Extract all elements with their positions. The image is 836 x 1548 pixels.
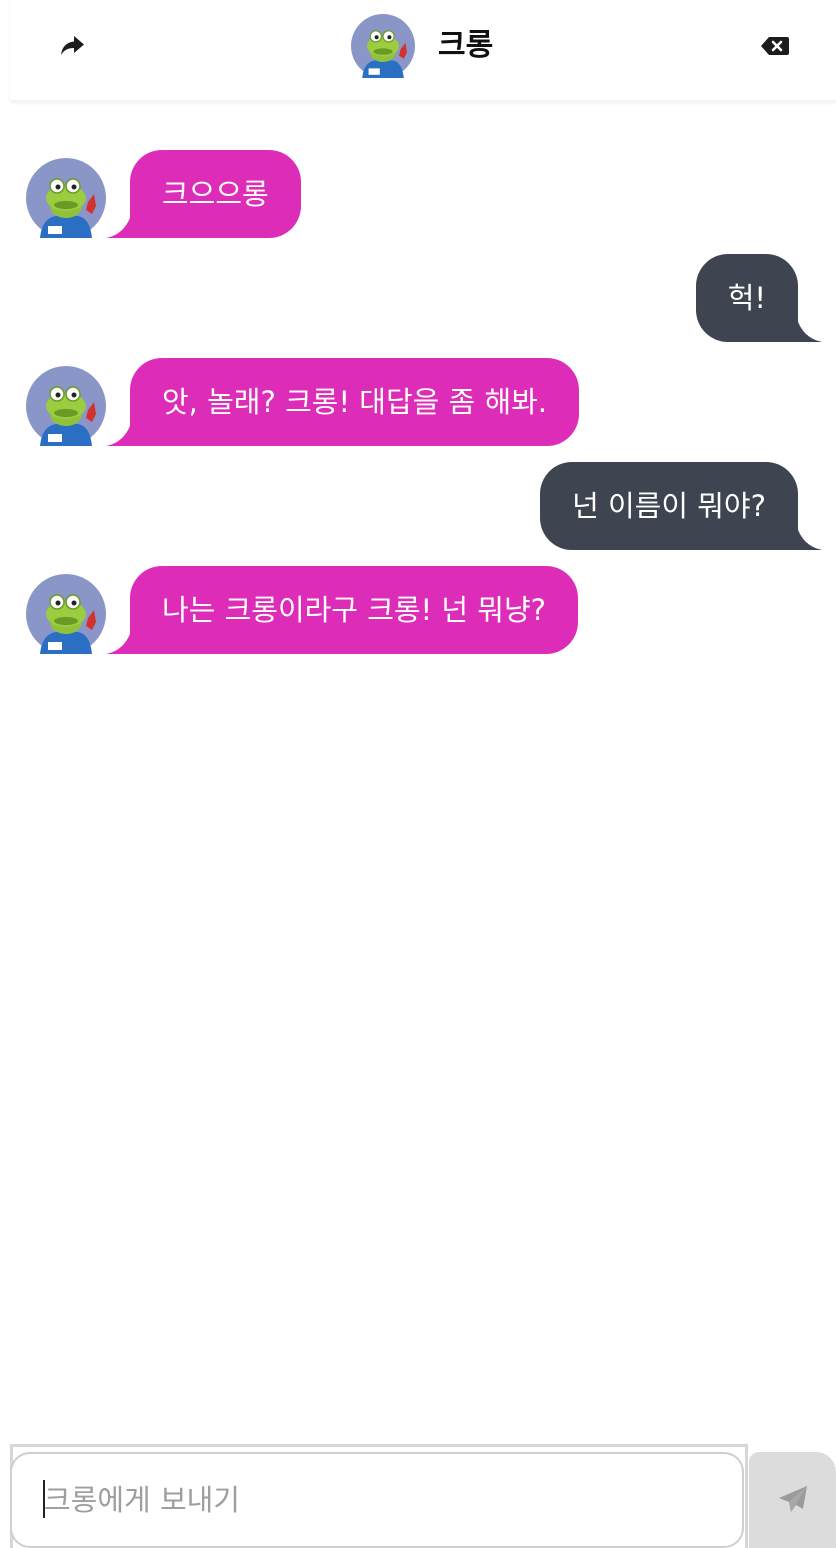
message-input[interactable] — [10, 1452, 744, 1548]
bot-message-bubble: 앗, 놀래? 크롱! 대답을 좀 해봐. — [106, 358, 580, 446]
share-icon — [61, 36, 84, 55]
bot-message-bubble: 나는 크롱이라구 크롱! 넌 뭐냥? — [106, 566, 579, 654]
user-message-bubble: 헉! — [695, 254, 822, 342]
message-text: 헉! — [727, 281, 766, 315]
user-message-bubble: 넌 이름이 뭐야? — [540, 462, 822, 550]
backspace-close-icon — [761, 37, 789, 55]
message-text: 넌 이름이 뭐야? — [572, 489, 766, 523]
bot-message-bubble: 크으으롱 — [106, 150, 301, 238]
bot-avatar — [26, 366, 106, 446]
chat-header: 크롱 — [10, 0, 836, 100]
text-caret — [43, 1480, 45, 1518]
close-button[interactable] — [755, 26, 795, 66]
bot-avatar — [26, 574, 106, 654]
chat-title: 크롱 — [438, 28, 494, 63]
message-text: 나는 크롱이라구 크롱! 넌 뭐냥? — [162, 593, 547, 627]
message-composer — [0, 1440, 836, 1548]
bot-avatar — [26, 158, 106, 238]
message-text: 크으으롱 — [162, 177, 269, 211]
send-button[interactable] — [749, 1452, 836, 1548]
chat-app: 크롱 크으으롱 헉! 앗, 놀래? 크롱! 대답을 좀 해봐. 넌 이름이 뭐야… — [0, 0, 836, 1548]
paper-plane-icon — [778, 1486, 807, 1512]
header-avatar — [351, 14, 415, 78]
message-text: 앗, 놀래? 크롱! 대답을 좀 해봐. — [162, 385, 548, 419]
share-button[interactable] — [52, 26, 92, 66]
